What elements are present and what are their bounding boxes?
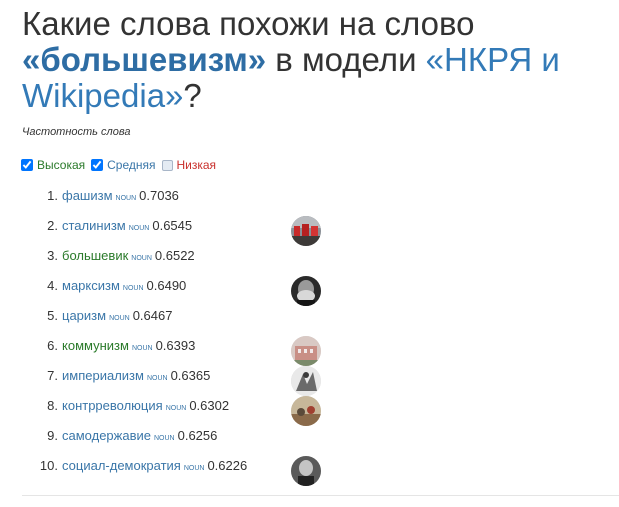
similarity-score: 0.6226 [207,458,248,473]
title-middle: в модели [275,41,417,78]
pos-tag: NOUN [131,255,152,262]
result-word-link[interactable]: контрреволюция [62,398,163,413]
building-image [291,336,321,366]
counterrevolution-thumbnail-image[interactable] [291,396,321,426]
rank: 5. [47,308,58,323]
pos-tag: NOUN [128,225,150,232]
rank: 10. [39,458,58,473]
rank: 4. [47,278,58,293]
list-item: 8. контрреволюция NOUN 0.6302 [0,398,229,418]
frequency-filters: Высокая Средняя Низкая [21,155,222,175]
list-item: 10. социал-демократия NOUN 0.6226 [0,458,247,478]
marxism-thumbnail-image[interactable] [291,276,321,306]
result-word-link[interactable]: социал-демократия [62,458,181,473]
imperialism-thumbnail-image[interactable] [291,366,321,396]
result-word-link[interactable]: царизм [62,308,106,323]
crowd-red-flags-image [291,216,321,246]
frequency-label: Частотность слова [22,126,131,138]
similarity-score: 0.6365 [170,368,211,383]
filter-low[interactable]: Низкая [161,158,217,172]
filter-low-label: Низкая [176,158,217,172]
similarity-score: 0.6256 [177,428,218,443]
title-suffix: ? [183,77,202,114]
result-word-link[interactable]: империализм [62,368,144,383]
social-democracy-thumbnail-image[interactable] [291,456,321,486]
filter-low-checkbox[interactable] [161,159,173,171]
divider [22,495,619,496]
filter-medium-checkbox[interactable] [91,159,104,171]
pos-tag: NOUN [122,285,144,292]
pos-tag: NOUN [131,345,153,352]
communism-thumbnail-image[interactable] [291,336,321,366]
list-item: 9. самодержавие NOUN 0.6256 [0,428,217,448]
pos-tag: NOUN [109,315,130,322]
list-item: 2. сталинизм NOUN 0.6545 [0,218,192,238]
list-item: 5. царизм NOUN 0.6467 [0,308,172,328]
rank: 8. [47,398,58,413]
list-item: 6. коммунизм NOUN 0.6393 [0,338,195,358]
stalinism-thumbnail-image[interactable] [291,216,321,246]
similarity-score: 0.7036 [139,188,179,203]
filter-high-checkbox[interactable] [21,159,33,171]
title-prefix: Какие слова похожи на слово [22,5,475,42]
similarity-score: 0.6467 [132,308,173,323]
rank: 6. [47,338,58,353]
filter-medium[interactable]: Средняя [91,158,156,172]
list-item: 3. большевик NOUN 0.6522 [0,248,195,268]
pos-tag: NOUN [165,405,187,412]
pos-tag: NOUN [115,195,137,202]
list-item: 4. марксизм NOUN 0.6490 [0,278,186,298]
pos-tag: NOUN [153,435,175,442]
similarity-score: 0.6393 [155,338,196,353]
rank: 7. [47,368,58,383]
filter-high[interactable]: Высокая [21,158,85,172]
similarity-score: 0.6545 [152,218,193,233]
rank: 2. [47,218,58,233]
similarity-score: 0.6302 [189,398,230,413]
page-title: Какие слова похожи на слово «большевизм»… [22,6,612,114]
query-word: «большевизм» [22,41,267,78]
result-word-link[interactable]: марксизм [62,278,120,293]
filter-medium-label: Средняя [107,158,156,172]
pos-tag: NOUN [183,465,205,472]
similarity-score: 0.6522 [154,248,195,263]
result-word-link[interactable]: фашизм [62,188,113,203]
filter-high-label: Высокая [37,158,86,172]
result-word-link[interactable]: сталинизм [62,218,126,233]
list-item: 7. империализм NOUN 0.6365 [0,368,210,388]
painting-image [291,396,321,426]
rank: 3. [47,248,58,263]
similarity-score: 0.6490 [146,278,187,293]
portrait-bw-image [291,276,321,306]
result-word-link[interactable]: коммунизм [62,338,129,353]
list-item: 1. фашизм NOUN 0.7036 [0,188,179,208]
result-word-link[interactable]: самодержавие [62,428,151,443]
rank: 1. [47,188,58,203]
rank: 9. [47,428,58,443]
cartoon-engraving-image [291,366,321,396]
result-word-link[interactable]: большевик [62,248,128,263]
pos-tag: NOUN [146,375,168,382]
portrait-bw-image [291,456,321,486]
